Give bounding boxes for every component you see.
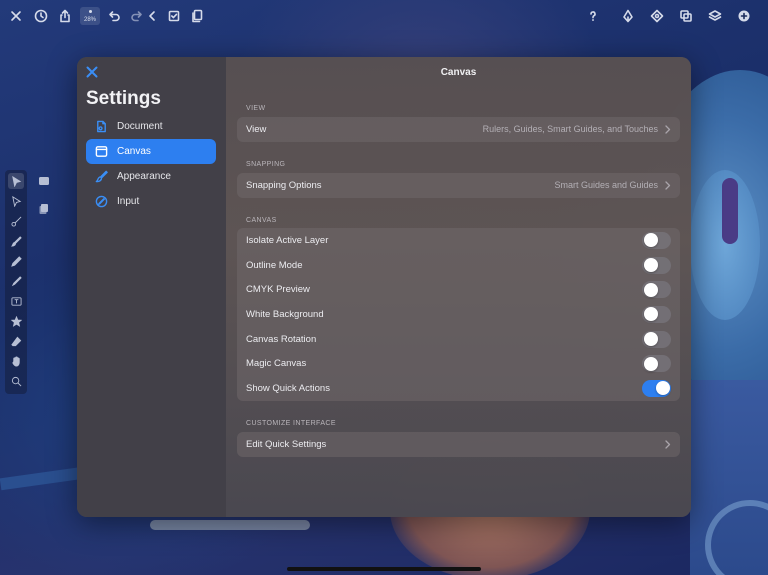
chevron-right-icon bbox=[664, 181, 671, 190]
undo-icon[interactable] bbox=[104, 6, 124, 26]
row-label: Canvas Rotation bbox=[246, 333, 317, 345]
customize-group: Edit Quick Settings bbox=[237, 432, 680, 457]
snapping-group: Snapping Options Smart Guides and Guides bbox=[237, 173, 680, 198]
add-icon[interactable] bbox=[734, 6, 754, 26]
help-icon[interactable] bbox=[583, 6, 603, 26]
zoom-level-button[interactable]: 28% bbox=[80, 7, 100, 25]
magic-canvas-toggle[interactable] bbox=[642, 355, 671, 373]
row-label: White Background bbox=[246, 308, 324, 320]
top-toolbar: 28% bbox=[0, 0, 768, 32]
selection-checkbox-icon[interactable] bbox=[164, 6, 184, 26]
row-label: Magic Canvas bbox=[246, 358, 307, 370]
view-group: View Rulers, Guides, Smart Guides, and T… bbox=[237, 117, 680, 142]
sidebar-item-canvas[interactable]: Canvas bbox=[86, 139, 216, 164]
toggle-row-canvas-rotation: Canvas Rotation bbox=[237, 327, 680, 352]
close-document-icon[interactable] bbox=[6, 6, 26, 26]
row-label: Isolate Active Layer bbox=[246, 234, 329, 246]
canvas-icon bbox=[94, 145, 108, 159]
text-tool-icon[interactable] bbox=[8, 293, 24, 309]
row-label: Snapping Options bbox=[246, 179, 322, 191]
canvas-settings-panel: Canvas VIEW View Rulers, Guides, Smart G… bbox=[226, 57, 691, 517]
history-icon[interactable] bbox=[31, 6, 51, 26]
copy-style-icon[interactable] bbox=[36, 201, 52, 217]
artwork-shape bbox=[150, 520, 310, 530]
sidebar-item-label: Canvas bbox=[117, 146, 151, 157]
settings-sidebar: Settings Document Canvas Appearance Inpu… bbox=[77, 57, 226, 517]
share-icon[interactable] bbox=[55, 6, 75, 26]
row-value: Smart Guides and Guides bbox=[554, 180, 658, 191]
inbox-icon[interactable] bbox=[36, 173, 52, 189]
view-row[interactable]: View Rulers, Guides, Smart Guides, and T… bbox=[237, 117, 680, 142]
canvas-rotation-toggle[interactable] bbox=[642, 330, 671, 348]
settings-title: Settings bbox=[86, 88, 161, 109]
brush-icon bbox=[94, 170, 108, 184]
collapse-chevron-icon[interactable] bbox=[142, 6, 162, 26]
tool-options bbox=[33, 170, 55, 224]
brush-tool-icon[interactable] bbox=[8, 233, 24, 249]
isolate-active-layer-toggle[interactable] bbox=[642, 231, 671, 249]
chevron-right-icon bbox=[664, 440, 671, 449]
selection-tool-icon[interactable] bbox=[8, 173, 24, 189]
white-background-toggle[interactable] bbox=[642, 305, 671, 323]
sidebar-item-label: Document bbox=[117, 121, 163, 132]
row-label: CMYK Preview bbox=[246, 284, 310, 296]
artwork-shape bbox=[722, 178, 738, 244]
row-label: Outline Mode bbox=[246, 259, 303, 271]
duplicate-icon[interactable] bbox=[187, 6, 207, 26]
row-label: Show Quick Actions bbox=[246, 382, 330, 394]
edit-quick-settings-row[interactable]: Edit Quick Settings bbox=[237, 432, 680, 457]
pen-tool-icon[interactable] bbox=[618, 6, 638, 26]
sidebar-item-label: Appearance bbox=[117, 171, 171, 182]
row-value: Rulers, Guides, Smart Guides, and Touche… bbox=[482, 124, 658, 135]
toggle-row-white-background: White Background bbox=[237, 302, 680, 327]
row-label: View bbox=[246, 123, 267, 135]
sidebar-item-document[interactable]: Document bbox=[86, 114, 216, 139]
scissors-tool-icon[interactable] bbox=[8, 213, 24, 229]
sidebar-item-label: Input bbox=[117, 196, 140, 207]
section-label-view: VIEW bbox=[246, 105, 266, 112]
snapping-options-row[interactable]: Snapping Options Smart Guides and Guides bbox=[237, 173, 680, 198]
sidebar-item-input[interactable]: Input bbox=[86, 189, 216, 214]
cmyk-preview-toggle[interactable] bbox=[642, 281, 671, 299]
pen-tool-icon[interactable] bbox=[8, 273, 24, 289]
boolean-icon[interactable] bbox=[676, 6, 696, 26]
close-settings-icon[interactable] bbox=[85, 65, 99, 79]
section-label-snapping: SNAPPING bbox=[246, 161, 286, 168]
transform-icon[interactable] bbox=[647, 6, 667, 26]
section-label-canvas: CANVAS bbox=[246, 217, 277, 224]
toggle-row-outline-mode: Outline Mode bbox=[237, 253, 680, 278]
settings-modal: Settings Document Canvas Appearance Inpu… bbox=[77, 57, 691, 517]
pencil-circle-icon bbox=[94, 195, 108, 209]
hand-tool-icon[interactable] bbox=[8, 353, 24, 369]
tool-palette bbox=[5, 170, 27, 394]
sidebar-item-appearance[interactable]: Appearance bbox=[86, 164, 216, 189]
toggle-row-magic-canvas: Magic Canvas bbox=[237, 351, 680, 376]
layers-icon[interactable] bbox=[705, 6, 725, 26]
home-indicator[interactable] bbox=[287, 567, 481, 571]
zoom-level-label: 28% bbox=[83, 17, 96, 23]
panel-title: Canvas bbox=[440, 67, 477, 78]
direct-selection-tool-icon[interactable] bbox=[8, 193, 24, 209]
eraser-tool-icon[interactable] bbox=[8, 333, 24, 349]
show-quick-actions-toggle[interactable] bbox=[642, 379, 671, 397]
toggle-row-isolate-active-layer: Isolate Active Layer bbox=[237, 228, 680, 253]
zoom-tool-icon[interactable] bbox=[8, 373, 24, 389]
toggle-row-show-quick-actions: Show Quick Actions bbox=[237, 376, 680, 401]
canvas-toggles-group: Isolate Active Layer Outline Mode CMYK P… bbox=[237, 228, 680, 401]
row-label: Edit Quick Settings bbox=[246, 438, 327, 450]
star-tool-icon[interactable] bbox=[8, 313, 24, 329]
document-icon bbox=[94, 120, 108, 134]
chevron-right-icon bbox=[664, 125, 671, 134]
section-label-customize-interface: CUSTOMIZE INTERFACE bbox=[246, 420, 336, 427]
pencil-tool-icon[interactable] bbox=[8, 253, 24, 269]
outline-mode-toggle[interactable] bbox=[642, 256, 671, 274]
toggle-row-cmyk-preview: CMYK Preview bbox=[237, 277, 680, 302]
